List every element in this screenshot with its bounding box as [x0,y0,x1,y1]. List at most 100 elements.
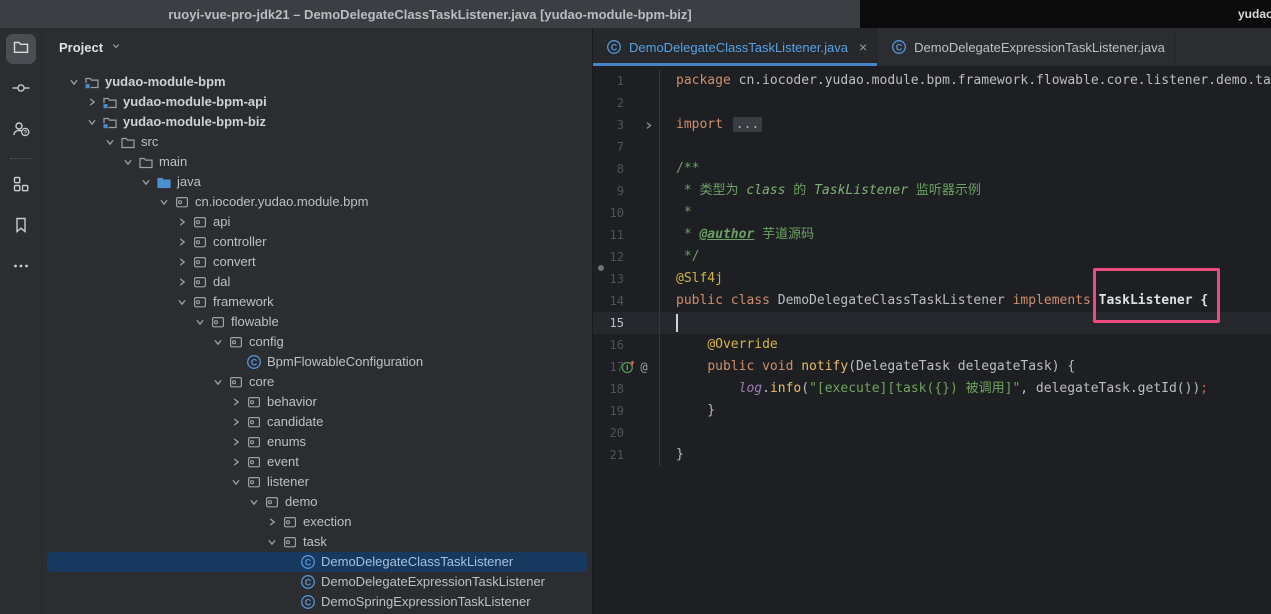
code-line-12[interactable]: 12 */ [593,246,1271,268]
code-line-13[interactable]: 13@Slf4j [593,268,1271,290]
tree-item-dal[interactable]: dal [47,272,587,292]
gutter[interactable]: 19 [593,400,660,422]
chevron-down-icon[interactable] [120,154,136,170]
code-line-2[interactable]: 2 [593,92,1271,114]
chevron-down-icon[interactable] [102,134,118,150]
gutter[interactable]: 21 [593,444,660,466]
code-editor[interactable]: 1package cn.iocoder.yudao.module.bpm.fra… [593,66,1271,614]
tree-item-demo[interactable]: demo [47,492,587,512]
gutter[interactable]: 15 [593,312,660,334]
code-line-10[interactable]: 10 * [593,202,1271,224]
code-line-18[interactable]: 18 log.info("[execute][task({}) 被调用]", d… [593,378,1271,400]
chevron-right-icon[interactable] [174,234,190,250]
tree-item-config[interactable]: config [47,332,587,352]
tree-item-candidate[interactable]: candidate [47,412,587,432]
tree-item-enums[interactable]: enums [47,432,587,452]
gutter[interactable]: 1 [593,70,660,92]
tree-item-exection[interactable]: exection [47,512,587,532]
code-line-8[interactable]: 8/** [593,158,1271,180]
chevron-down-icon[interactable] [84,114,100,130]
gutter[interactable]: 10 [593,202,660,224]
close-icon[interactable]: × [859,40,867,54]
code-line-9[interactable]: 9 * 类型为 class 的 TaskListener 监听器示例 [593,180,1271,202]
chevron-down-icon[interactable] [174,294,190,310]
gutter[interactable]: 17@ [593,356,660,378]
code-line-11[interactable]: 11 * @author 芋道源码 [593,224,1271,246]
chevron-right-icon[interactable] [228,454,244,470]
annotation-icon[interactable]: @ [637,360,651,374]
tree-item-bpmflowableconfiguration[interactable]: CBpmFlowableConfiguration [47,352,587,372]
chevron-right-icon[interactable] [228,434,244,450]
tree-item-yudao-module-bpm[interactable]: yudao-module-bpm [47,72,587,92]
chevron-down-icon[interactable] [110,40,122,55]
chevron-right-icon[interactable] [228,414,244,430]
chevron-right-icon[interactable] [174,214,190,230]
chevron-right-icon[interactable] [174,274,190,290]
code-line-17[interactable]: 17@ public void notify(DelegateTask dele… [593,356,1271,378]
override-icon[interactable] [621,360,635,374]
tree-item-src[interactable]: src [47,132,587,152]
gutter[interactable]: 16 [593,334,660,356]
gutter[interactable]: 13 [593,268,660,290]
code-line-16[interactable]: 16 @Override [593,334,1271,356]
tree-item-behavior[interactable]: behavior [47,392,587,412]
tree-item-yudao-module-bpm-biz[interactable]: yudao-module-bpm-biz [47,112,587,132]
gutter[interactable]: 3 [593,114,660,136]
editor-tab-DemoDelegateClassTaskListener.java[interactable]: CDemoDelegateClassTaskListener.java× [593,28,878,66]
code-line-19[interactable]: 19 } [593,400,1271,422]
chevron-right-icon[interactable] [84,94,100,110]
chevron-right-icon[interactable] [174,254,190,270]
gutter[interactable]: 7 [593,136,660,158]
tree-item-controller[interactable]: controller [47,232,587,252]
tree-item-event[interactable]: event [47,452,587,472]
code-line-15[interactable]: 15 [593,312,1271,334]
chevron-right-icon[interactable] [264,514,280,530]
gutter[interactable]: 8 [593,158,660,180]
gutter[interactable]: 11 [593,224,660,246]
gutter[interactable]: 14 [593,290,660,312]
tree-item-task[interactable]: task [47,532,587,552]
tree-item-listener[interactable]: listener [47,472,587,492]
gutter[interactable]: 2 [593,92,660,114]
activity-project-button[interactable] [6,34,36,64]
activity-bookmarks-button[interactable] [6,212,36,242]
activity-structure-button[interactable] [6,171,36,201]
tree-item-java[interactable]: java [47,172,587,192]
chevron-down-icon[interactable] [228,474,244,490]
code-line-1[interactable]: 1package cn.iocoder.yudao.module.bpm.fra… [593,70,1271,92]
editor-tab-DemoDelegateExpressionTaskListener.java[interactable]: CDemoDelegateExpressionTaskListener.java [878,28,1176,66]
gutter[interactable]: 12 [593,246,660,268]
tree-item-framework[interactable]: framework [47,292,587,312]
code-line-14[interactable]: 14public class DemoDelegateClassTaskList… [593,290,1271,312]
tree-item-main[interactable]: main [47,152,587,172]
tree-item-demodelegateclasstasklistener[interactable]: CDemoDelegateClassTaskListener [47,552,587,572]
chevron-down-icon[interactable] [156,194,172,210]
code-line-3[interactable]: 3import ... [593,114,1271,136]
code-line-7[interactable]: 7 [593,136,1271,158]
chevron-down-icon[interactable] [192,314,208,330]
code-line-20[interactable]: 20 [593,422,1271,444]
activity-pull-requests-button[interactable]: ? [6,116,36,146]
activity-commit-button[interactable] [6,75,36,105]
tree-item-core[interactable]: core [47,372,587,392]
tree-item-demospringexpressiontasklistener[interactable]: CDemoSpringExpressionTaskListener [47,592,587,612]
chevron-down-icon[interactable] [66,74,82,90]
code-line-21[interactable]: 21} [593,444,1271,466]
code-token: DemoDelegateClassTaskListener [778,293,1013,308]
chevron-down-icon[interactable] [264,534,280,550]
tree-item-api[interactable]: api [47,212,587,232]
chevron-down-icon[interactable] [210,334,226,350]
chevron-right-icon[interactable] [228,394,244,410]
tree-item-yudao-module-bpm-api[interactable]: yudao-module-bpm-api [47,92,587,112]
tree-item-flowable[interactable]: flowable [47,312,587,332]
tree-item-cn.iocoder.yudao.module.bpm[interactable]: cn.iocoder.yudao.module.bpm [47,192,587,212]
chevron-down-icon[interactable] [246,494,262,510]
chevron-down-icon[interactable] [138,174,154,190]
chevron-down-icon[interactable] [210,374,226,390]
tree-item-demodelegateexpressiontasklistener[interactable]: CDemoDelegateExpressionTaskListener [47,572,587,592]
tree-item-convert[interactable]: convert [47,252,587,272]
activity-more-button[interactable] [6,253,36,283]
gutter[interactable]: 18 [593,378,660,400]
gutter[interactable]: 20 [593,422,660,444]
gutter[interactable]: 9 [593,180,660,202]
